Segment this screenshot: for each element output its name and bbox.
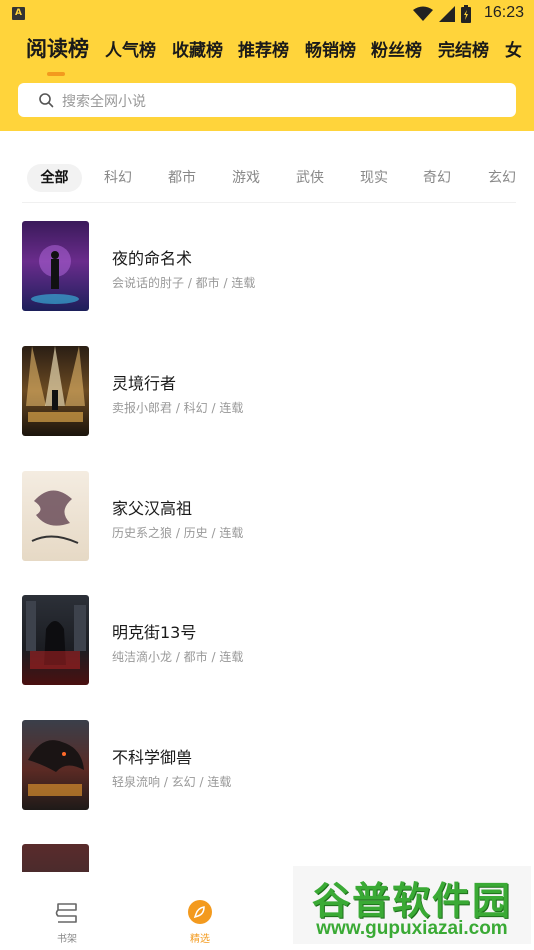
nav-featured-label: 精选 bbox=[190, 934, 210, 945]
book-meta: 会说话的肘子 / 都市 / 连载 bbox=[112, 276, 256, 290]
header: A 16:23 阅读榜 人气榜 收藏榜 推荐榜 畅销榜 粉丝榜 完结榜 女 搜索… bbox=[0, 0, 534, 131]
list-item[interactable]: 夜的命名术 会说话的肘子 / 都市 / 连载 bbox=[0, 221, 534, 321]
book-title: 灵境行者 bbox=[112, 374, 177, 393]
tab-indicator bbox=[47, 72, 65, 76]
tab-fans-rank[interactable]: 粉丝榜 bbox=[371, 36, 422, 66]
tab-completed-rank[interactable]: 完结榜 bbox=[438, 36, 489, 66]
book-title: 不科学御兽 bbox=[112, 748, 193, 767]
category-game[interactable]: 游戏 bbox=[224, 164, 268, 192]
category-fantasy[interactable]: 奇幻 bbox=[415, 164, 459, 192]
battery-icon bbox=[461, 5, 471, 23]
status-icons bbox=[413, 4, 471, 24]
category-filter: 全部 科幻 都市 游戏 武侠 现实 奇幻 玄幻 bbox=[0, 160, 534, 196]
tab-recommend-rank[interactable]: 推荐榜 bbox=[238, 36, 289, 66]
book-cover[interactable] bbox=[22, 346, 89, 436]
divider bbox=[22, 202, 516, 203]
tab-bestseller-rank[interactable]: 畅销榜 bbox=[305, 36, 356, 66]
book-meta: 卖报小郎君 / 科幻 / 连载 bbox=[112, 401, 244, 415]
bookshelf-icon bbox=[55, 903, 77, 923]
nav-featured[interactable]: 精选 bbox=[155, 872, 245, 950]
nav-bookshelf[interactable]: 书架 bbox=[22, 872, 112, 950]
watermark-url: www.gupuxiazai.com bbox=[316, 918, 508, 939]
nav-bookshelf-label: 书架 bbox=[57, 934, 77, 945]
category-all[interactable]: 全部 bbox=[27, 164, 82, 192]
book-cover[interactable] bbox=[22, 471, 89, 561]
tab-reading-rank[interactable]: 阅读榜 bbox=[26, 36, 89, 64]
list-item[interactable]: 灵境行者 卖报小郎君 / 科幻 / 连载 bbox=[0, 346, 534, 446]
wifi-icon bbox=[413, 6, 433, 21]
tab-female-rank[interactable]: 女 bbox=[505, 36, 522, 66]
book-cover[interactable] bbox=[22, 221, 89, 311]
category-scifi[interactable]: 科幻 bbox=[96, 164, 140, 192]
tab-popularity-rank[interactable]: 人气榜 bbox=[105, 36, 156, 66]
category-wuxia[interactable]: 武侠 bbox=[288, 164, 332, 192]
book-title: 夜的命名术 bbox=[112, 249, 193, 268]
list-item[interactable]: 不科学御兽 轻泉流响 / 玄幻 / 连载 bbox=[0, 720, 534, 820]
book-meta: 历史系之狼 / 历史 / 连载 bbox=[112, 526, 244, 540]
search-input[interactable]: 搜索全网小说 bbox=[18, 83, 516, 117]
book-meta: 轻泉流响 / 玄幻 / 连载 bbox=[112, 775, 232, 789]
tab-favorites-rank[interactable]: 收藏榜 bbox=[172, 36, 223, 66]
watermark-logo: 谷普软件园 www.gupuxiazai.com bbox=[293, 866, 531, 944]
status-bar: A 16:23 bbox=[0, 0, 534, 28]
book-title: 家父汉高祖 bbox=[112, 499, 193, 518]
list-item[interactable]: 家父汉高祖 历史系之狼 / 历史 / 连载 bbox=[0, 471, 534, 571]
signal-icon bbox=[439, 6, 455, 22]
book-title: 明克街13号 bbox=[112, 623, 197, 642]
search-placeholder: 搜索全网小说 bbox=[62, 94, 146, 110]
book-meta: 纯洁滴小龙 / 都市 / 连载 bbox=[112, 650, 244, 664]
book-cover[interactable] bbox=[22, 720, 89, 810]
app-notification-icon: A bbox=[12, 7, 25, 20]
list-item[interactable]: 明克街13号 纯洁滴小龙 / 都市 / 连载 bbox=[0, 595, 534, 695]
status-time: 16:23 bbox=[483, 4, 524, 21]
category-realistic[interactable]: 现实 bbox=[352, 164, 396, 192]
category-xuanhuan[interactable]: 玄幻 bbox=[480, 164, 524, 192]
compass-icon bbox=[188, 900, 212, 924]
category-urban[interactable]: 都市 bbox=[160, 164, 204, 192]
rank-tabs: 阅读榜 人气榜 收藏榜 推荐榜 畅销榜 粉丝榜 完结榜 女 bbox=[0, 36, 534, 76]
book-cover[interactable] bbox=[22, 595, 89, 685]
search-icon bbox=[39, 93, 54, 108]
watermark-text: 谷普软件园 bbox=[311, 879, 512, 923]
